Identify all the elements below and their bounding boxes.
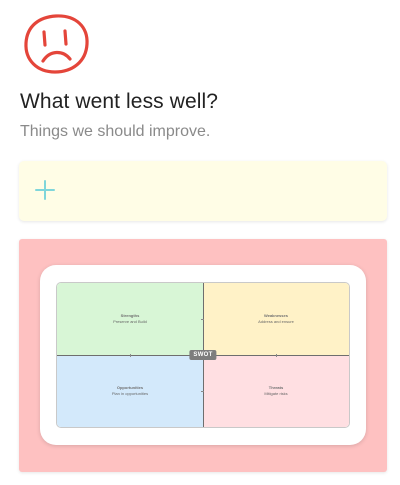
quadrant-caption: Mitigate risks xyxy=(264,391,288,396)
quadrant-caption: Address and ensure xyxy=(258,319,294,324)
axis-tick xyxy=(200,391,204,392)
swot-board: Strengths Preserve and Build Weaknesses … xyxy=(56,282,350,428)
axis-tick xyxy=(130,353,131,357)
swot-opportunities-quadrant: Opportunities Plan in opportunities xyxy=(57,355,203,427)
sad-face-icon xyxy=(24,14,89,74)
axis-tick xyxy=(276,353,277,357)
swot-strengths-quadrant: Strengths Preserve and Build xyxy=(57,283,203,355)
section-title: What went less well? xyxy=(20,90,219,113)
axis-tick xyxy=(200,319,204,320)
add-item-button[interactable] xyxy=(19,161,387,221)
quadrant-caption: Plan in opportunities xyxy=(111,391,149,396)
swot-badge: SWOT xyxy=(189,350,217,360)
note-card[interactable]: Strengths Preserve and Build Weaknesses … xyxy=(19,239,387,472)
swot-weaknesses-quadrant: Weaknesses Address and ensure xyxy=(203,283,349,355)
screen-frame-image: Strengths Preserve and Build Weaknesses … xyxy=(40,265,366,445)
plus-icon xyxy=(35,180,55,200)
swot-threats-quadrant: Threats Mitigate risks xyxy=(203,355,349,427)
quadrant-caption: Preserve and Build xyxy=(113,319,147,324)
section-subtitle: Things we should improve. xyxy=(20,123,211,140)
